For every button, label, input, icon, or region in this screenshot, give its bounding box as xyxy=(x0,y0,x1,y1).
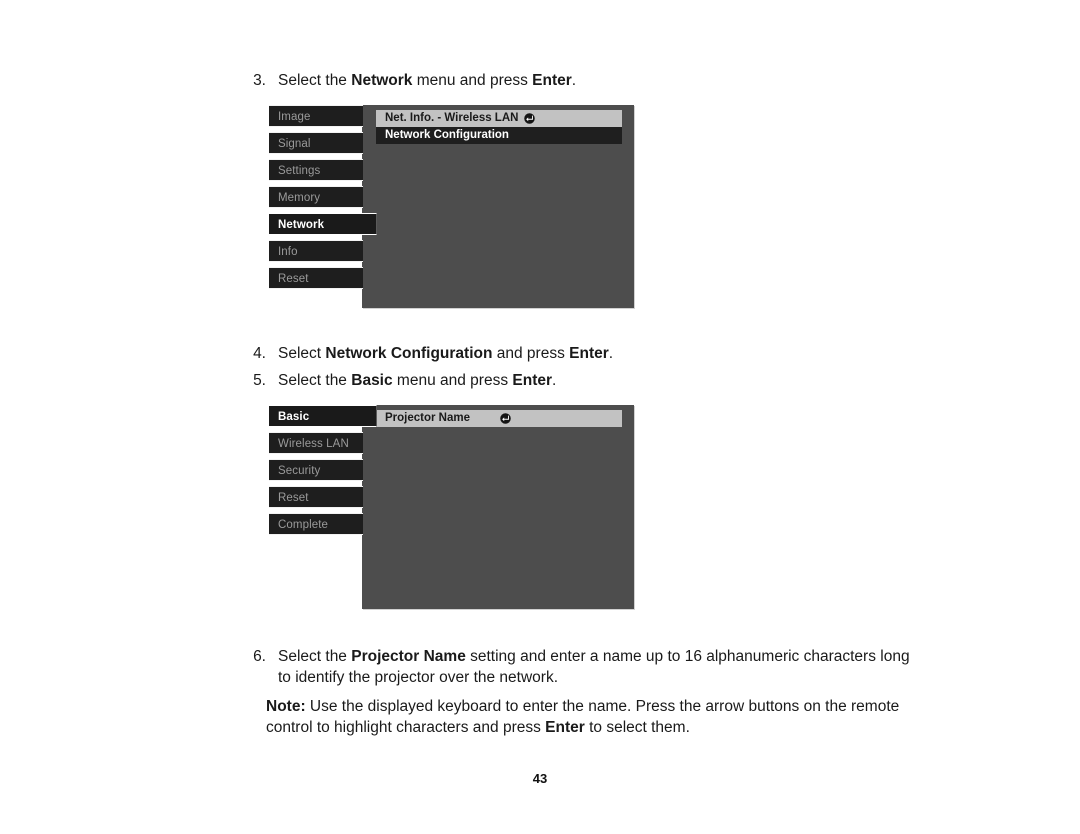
enter-icon xyxy=(500,413,511,424)
tab-label: Reset xyxy=(278,492,309,504)
osd-main-menu[interactable]: Image Signal Settings Memory Network Info Rese… xyxy=(269,105,639,310)
step-5-text-run-2: menu and press xyxy=(392,372,513,389)
step-5-text-run-1: Basic xyxy=(351,372,393,389)
osd-main-tab-network[interactable]: Network xyxy=(269,213,377,235)
osd-main-item-net-info-wireless-lan[interactable]: Net. Info. - Wireless LAN xyxy=(376,110,622,127)
osd-main-tab-signal[interactable]: Signal xyxy=(269,132,363,154)
osd-network-tab-reset[interactable]: Reset xyxy=(269,486,363,508)
osd-main-tab-reset[interactable]: Reset xyxy=(269,267,363,289)
step-3-text-run-1: Network xyxy=(351,72,413,89)
osd-main-item-network-configuration[interactable]: Network Configuration xyxy=(376,127,622,144)
osd-main-tab-image[interactable]: Image xyxy=(269,105,363,127)
osd-network-tab-wireless-lan[interactable]: Wireless LAN xyxy=(269,432,363,454)
step-6: 6. Select the Projector Name setting and… xyxy=(238,646,910,688)
osd-network-tablist[interactable]: Basic Wireless LAN Security Reset Complete xyxy=(269,405,377,540)
note-run-0: Note: xyxy=(266,698,306,715)
step-3-number: 3. xyxy=(253,72,266,89)
tab-label: Memory xyxy=(278,192,321,204)
enter-icon xyxy=(524,113,536,124)
manual-page: 3. Select the Network menu and press Ent… xyxy=(0,0,1080,834)
step-5-text-run-0: Select the xyxy=(278,372,352,389)
step-3-text-run-4: . xyxy=(571,72,577,89)
step-4-text-run-1: Network Configuration xyxy=(325,345,493,362)
menu-item-label: Net. Info. - Wireless LAN xyxy=(385,112,519,124)
tab-label: Signal xyxy=(278,138,311,150)
osd-network-tab-security[interactable]: Security xyxy=(269,459,363,481)
step-4-text-run-0: Select xyxy=(278,345,326,362)
step-6-text: Select the Projector Name setting and en… xyxy=(278,646,910,688)
step-4: 4. Select Network Configuration and pres… xyxy=(238,343,938,364)
tab-label: Basic xyxy=(278,411,310,423)
tab-label: Wireless LAN xyxy=(278,438,349,450)
osd-network-tab-basic[interactable]: Basic xyxy=(269,405,377,427)
page-number: 43 xyxy=(532,771,548,786)
osd-main-itemlist[interactable]: Net. Info. - Wireless LAN Network Configu… xyxy=(376,110,622,144)
osd-network-tab-complete[interactable]: Complete xyxy=(269,513,363,535)
tab-label: Reset xyxy=(278,273,309,285)
step-5: 5. Select the Basic menu and press Enter… xyxy=(238,370,938,391)
osd-main-tab-info[interactable]: Info xyxy=(269,240,363,262)
tab-label: Image xyxy=(278,111,311,123)
osd-main-tab-settings[interactable]: Settings xyxy=(269,159,363,181)
step-5-text-run-3: Enter xyxy=(512,372,553,389)
tab-label: Info xyxy=(278,246,298,258)
step-5-text-run-4: . xyxy=(552,372,557,389)
step-6-text-run-1: Projector Name xyxy=(351,648,466,665)
note-run-2: Enter xyxy=(545,719,585,736)
step-6-number: 6. xyxy=(253,648,266,665)
menu-item-label: Network Configuration xyxy=(385,129,509,141)
step-5-text: Select the Basic menu and press Enter. xyxy=(278,370,938,391)
tab-label: Security xyxy=(278,465,321,477)
osd-network-panel xyxy=(362,405,634,609)
step-6-text-run-0: Select the xyxy=(278,648,352,665)
menu-item-label: Projector Name xyxy=(385,412,471,424)
step-4-text-run-2: and press xyxy=(492,345,570,362)
step-3-text: Select the Network menu and press Enter. xyxy=(278,70,938,91)
osd-main-tab-memory[interactable]: Memory xyxy=(269,186,363,208)
osd-main-tablist[interactable]: Image Signal Settings Memory Network Info Rese… xyxy=(269,105,377,294)
tab-label: Settings xyxy=(278,165,321,177)
tab-label: Network xyxy=(278,219,325,231)
note-run-3: to select them. xyxy=(584,719,690,736)
step-4-number: 4. xyxy=(253,345,266,362)
step-4-text-run-4: . xyxy=(608,345,614,362)
step-4-text-run-3: Enter xyxy=(569,345,609,362)
osd-network-itemlist[interactable]: Projector Name xyxy=(376,410,622,427)
step-3-text-run-0: Select the xyxy=(278,72,352,89)
step-5-number: 5. xyxy=(253,372,266,389)
osd-network-config-menu[interactable]: Basic Wireless LAN Security Reset Complete P… xyxy=(269,405,639,611)
step-3-text-run-3: Enter xyxy=(532,72,572,89)
osd-network-item-projector-name[interactable]: Projector Name xyxy=(376,410,622,427)
step-3: 3. Select the Network menu and press Ent… xyxy=(238,70,938,91)
step-4-text: Select Network Configuration and press E… xyxy=(278,343,938,364)
step-3-text-run-2: menu and press xyxy=(412,72,533,89)
tab-label: Complete xyxy=(278,519,329,531)
note-block: Note: Use the displayed keyboard to ente… xyxy=(266,696,938,738)
